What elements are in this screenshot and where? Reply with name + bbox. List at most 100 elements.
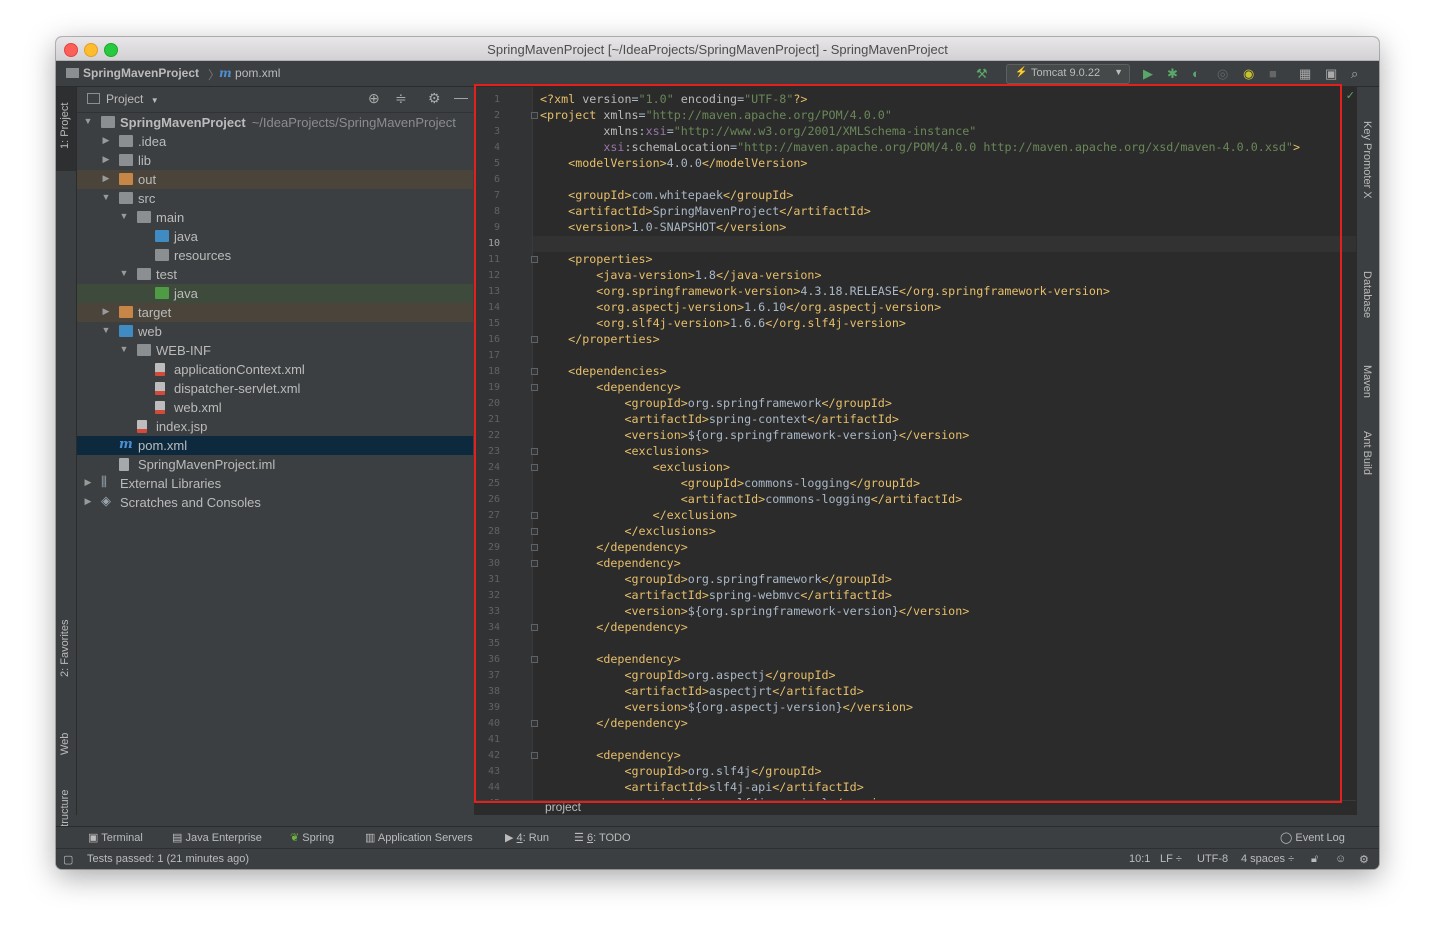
fold-marker-icon[interactable] [531,512,538,519]
tree-item[interactable]: ▶ out [77,170,473,189]
run-tool-button[interactable]: ▶ 4: Run [505,831,549,844]
tree-item[interactable]: ▼ WEB-INF [77,341,473,360]
code-line[interactable]: </exclusion> [540,508,737,524]
tree-item[interactable]: SpringMavenProject.iml [77,455,473,474]
project-structure-icon[interactable]: ▦ [1299,66,1311,82]
code-line[interactable]: <groupId>org.springframework</groupId> [540,396,891,412]
fold-marker-icon[interactable] [531,544,538,551]
expand-closed-icon[interactable]: ▶ [101,154,111,165]
event-log-tool-button[interactable]: ◯ Event Log [1280,831,1345,844]
code-line[interactable]: </dependency> [540,716,687,732]
fold-marker-icon[interactable] [531,336,538,343]
status-message[interactable]: Tests passed: 1 (21 minutes ago) [87,853,249,865]
code-line[interactable]: <project xmlns="http://maven.apache.org/… [540,108,892,124]
tree-item[interactable]: m pom.xml [77,436,473,455]
fold-marker-icon[interactable] [531,384,538,391]
ant-build-tool-tab[interactable]: Ant Build [1361,431,1373,475]
lock-icon[interactable]: 🔓︎ [1311,853,1318,866]
code-line[interactable]: <artifactId>slf4j-api</artifactId> [540,780,863,796]
code-line[interactable]: <groupId>org.aspectj</groupId> [540,668,835,684]
project-view-dropdown[interactable]: Project ▼ [106,92,159,106]
code-line[interactable]: <properties> [540,252,652,268]
fold-marker-icon[interactable] [531,464,538,471]
tree-item[interactable]: index.jsp [77,417,473,436]
fold-marker-icon[interactable] [531,656,538,663]
fold-marker-icon[interactable] [531,448,538,455]
inspector-icon[interactable]: ☺︎ [1335,853,1346,865]
code-line[interactable]: <dependency> [540,748,680,764]
nav-file-crumb[interactable]: m pom.xml [219,66,280,80]
fold-marker-icon[interactable] [531,752,538,759]
code-line[interactable]: <dependencies> [540,364,667,380]
code-line[interactable]: <java-version>1.8</java-version> [540,268,821,284]
expand-closed-icon[interactable]: ▶ [101,135,111,146]
terminal-tool-button[interactable]: ▣ Terminal [88,831,143,844]
tree-item[interactable]: ▼ test [77,265,473,284]
code-line[interactable]: xmlns:xsi="http://www.w3.org/2001/XMLSch… [540,124,976,140]
expand-closed-icon[interactable]: ▶ [101,173,111,184]
debug-icon[interactable]: ✱ [1167,66,1178,82]
fold-marker-icon[interactable] [531,256,538,263]
fold-marker-icon[interactable] [531,528,538,535]
run-configuration-select[interactable]: ⚡ Tomcat 9.0.22 ▼ [1006,64,1130,84]
code-line[interactable]: <exclusions> [540,444,708,460]
tree-item[interactable]: ▶ .idea [77,132,473,151]
expand-open-icon[interactable]: ▼ [101,192,111,202]
expand-open-icon[interactable]: ▼ [101,325,111,335]
coverage-icon[interactable]: ◐ [1192,66,1200,81]
application-servers-tool-button[interactable]: ▥ Application Servers [365,831,473,844]
tree-item[interactable]: ▼ src [77,189,473,208]
nav-project-crumb[interactable]: SpringMavenProject [66,66,199,80]
tree-item[interactable]: resources [77,246,473,265]
code-line[interactable]: <version>1.0-SNAPSHOT</version> [540,220,786,236]
expand-open-icon[interactable]: ▼ [119,211,129,221]
expand-closed-icon[interactable]: ▶ [83,496,93,507]
fold-marker-icon[interactable] [531,624,538,631]
code-line[interactable]: <exclusion> [540,460,730,476]
code-line[interactable]: <artifactId>commons-logging</artifactId> [540,492,963,508]
gear-icon[interactable]: ⚙ [428,90,441,107]
tree-item[interactable]: ▶ lib [77,151,473,170]
expand-open-icon[interactable]: ▼ [119,268,129,278]
code-line[interactable]: </properties> [540,332,659,348]
tree-item[interactable]: java [77,227,473,246]
code-line[interactable]: <?xml version="1.0" encoding="UTF-8"?> [540,92,807,108]
tree-item[interactable]: ▼ web [77,322,473,341]
code-line[interactable]: <dependency> [540,380,680,396]
code-line[interactable]: <artifactId>SpringMavenProject</artifact… [540,204,871,220]
notifications-icon[interactable]: ⚙ [1359,853,1369,866]
indent-select[interactable]: 4 spaces ÷ [1241,853,1294,865]
code-line[interactable]: <groupId>org.springframework</groupId> [540,572,891,588]
fold-marker-icon[interactable] [531,112,538,119]
tree-item[interactable]: ▶ ⫼ External Libraries [77,474,473,493]
code-line[interactable]: </dependency> [540,540,687,556]
code-line[interactable]: <artifactId>aspectjrt</artifactId> [540,684,863,700]
hide-panel-icon[interactable]: — [454,89,468,105]
java-enterprise-tool-button[interactable]: ▤ Java Enterprise [172,831,262,844]
code-line[interactable]: <artifactId>spring-context</artifactId> [540,412,898,428]
code-line[interactable]: <version>${org.aspectj-version}</version… [540,700,913,716]
todo-tool-button[interactable]: ☰ 6: TODO [574,831,631,844]
code-line[interactable]: xsi:schemaLocation="http://maven.apache.… [540,140,1300,156]
tree-item[interactable]: dispatcher-servlet.xml [77,379,473,398]
maven-tool-tab[interactable]: Maven [1361,365,1373,398]
expand-closed-icon[interactable]: ▶ [83,477,93,488]
plugin-icon[interactable]: ◉ [1243,66,1254,82]
tree-item[interactable]: java [77,284,473,303]
expand-open-icon[interactable]: ▼ [119,344,129,354]
tool-windows-toggle-icon[interactable]: ▢ [63,853,73,866]
tree-item[interactable]: ▶ ◈ Scratches and Consoles [77,493,473,512]
build-hammer-icon[interactable]: ⚒ [976,66,988,82]
file-encoding-select[interactable]: UTF-8 [1197,853,1228,865]
code-line[interactable]: <version>${org.springframework-version}<… [540,604,969,620]
editor-breadcrumb[interactable]: project [545,800,581,814]
code-line[interactable]: </dependency> [540,620,687,636]
code-line[interactable]: <modelVersion>4.0.0</modelVersion> [540,156,807,172]
profile-icon[interactable]: ◎ [1217,66,1228,82]
fold-marker-icon[interactable] [531,368,538,375]
frame-icon[interactable]: ▣ [1325,66,1337,82]
code-line[interactable]: <org.aspectj-version>1.6.10</org.aspectj… [540,300,941,316]
web-tool-tab[interactable]: Web [59,733,71,755]
code-line[interactable]: <dependency> [540,652,680,668]
code-line[interactable]: <artifactId>spring-webmvc</artifactId> [540,588,891,604]
